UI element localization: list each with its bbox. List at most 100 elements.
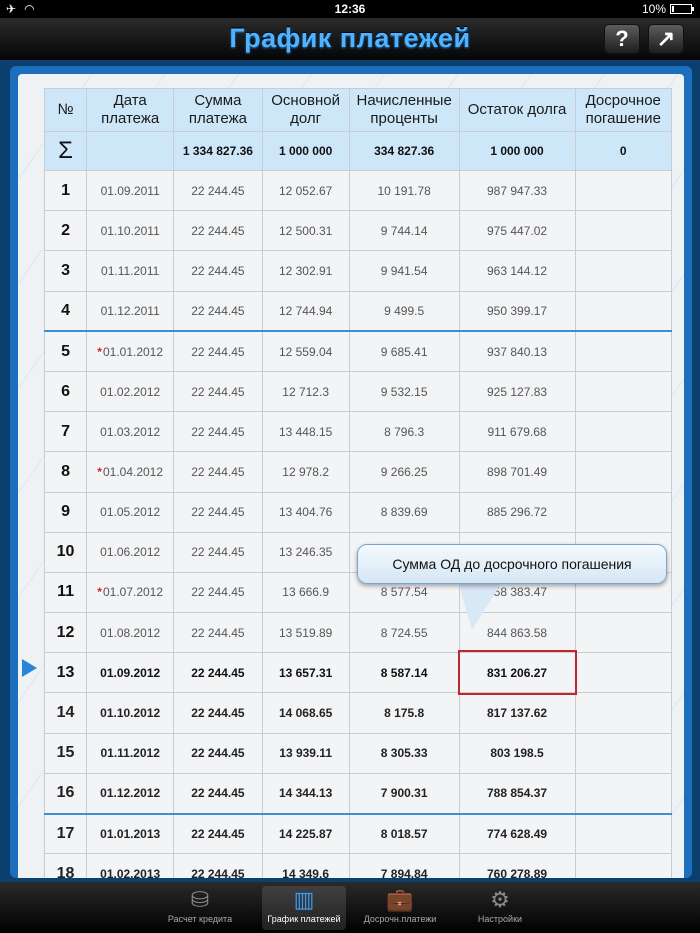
payment-amount-text: 22 244.45 bbox=[191, 424, 245, 439]
column-header-balance: Остаток долга bbox=[458, 88, 576, 132]
table-row[interactable]: 3 01.11.2011 22 244.45 12 302.91 9 941.54 963… bbox=[43, 250, 672, 292]
payment-amount-text: 22 244.45 bbox=[191, 545, 245, 560]
payment-amount-text: 22 244.45 bbox=[191, 303, 245, 318]
remaining-balance: 963 144.12 bbox=[458, 250, 576, 292]
payment-amount-text: 22 244.45 bbox=[191, 223, 245, 238]
table-row[interactable]: 1 01.09.2011 22 244.45 12 052.67 10 191.78 98… bbox=[43, 169, 672, 212]
interest-amount: 9 266.25 bbox=[348, 451, 460, 493]
interest-amount: 9 744.14 bbox=[348, 210, 460, 252]
row-number-text: 6 bbox=[61, 382, 70, 400]
payment-date: 01.09.2011 bbox=[86, 169, 175, 212]
payment-amount: 22 244.45 bbox=[173, 411, 263, 453]
table-row[interactable]: 9 01.05.2012 22 244.45 13 404.76 8 839.69 885… bbox=[43, 491, 672, 533]
schedule-panel[interactable]: № Дата платежа Сумма платежа Основной до… bbox=[18, 74, 684, 878]
row-number: 3 bbox=[43, 250, 88, 292]
help-button[interactable]: ? bbox=[604, 24, 640, 54]
payment-schedule-table: № Дата платежа Сумма платежа Основной до… bbox=[43, 88, 672, 878]
row-number: 8 bbox=[43, 451, 88, 493]
table-row[interactable]: 14 01.10.2012 22 244.45 14 068.65 8 175.8 817… bbox=[43, 692, 672, 734]
summary-early-repayment: 0 bbox=[574, 131, 672, 171]
principal-amount-text: 14 344.13 bbox=[278, 786, 333, 801]
payment-date: 01.12.2011 bbox=[86, 290, 175, 332]
payment-date: *01.07.2012 bbox=[86, 571, 175, 614]
remaining-balance-text: 937 840.13 bbox=[486, 344, 548, 359]
interest-amount-text: 8 018.57 bbox=[380, 826, 428, 841]
table-row[interactable]: 15 01.11.2012 22 244.45 13 939.11 8 305.33 80… bbox=[43, 732, 672, 774]
table-row[interactable]: 4 01.12.2011 22 244.45 12 744.94 9 499.5 950 … bbox=[43, 290, 672, 332]
remaining-balance: 803 198.5 bbox=[458, 732, 576, 774]
interest-amount: 8 724.55 bbox=[348, 612, 460, 654]
principal-amount: 13 448.15 bbox=[261, 411, 350, 453]
payment-date: 01.03.2012 bbox=[86, 411, 175, 453]
row-number: 1 bbox=[43, 169, 88, 212]
interest-amount: 9 532.15 bbox=[348, 370, 460, 413]
remaining-balance: 885 296.72 bbox=[458, 491, 576, 533]
interest-amount: 8 018.57 bbox=[348, 812, 460, 855]
payment-date-text: 01.11.2011 bbox=[101, 263, 160, 278]
tab-settings[interactable]: ⚙ Настройки bbox=[458, 886, 542, 930]
interest-amount-text: 9 499.5 bbox=[384, 303, 425, 318]
table-row[interactable]: 2 01.10.2011 22 244.45 12 500.31 9 744.14 975… bbox=[43, 210, 672, 252]
row-number-text: 10 bbox=[56, 543, 75, 561]
row-number: 10 bbox=[43, 531, 88, 573]
early-repayment bbox=[574, 290, 672, 332]
interest-amount-text: 9 744.14 bbox=[380, 223, 428, 238]
principal-amount-text: 14 068.65 bbox=[278, 706, 333, 721]
remaining-balance: 925 127.83 bbox=[458, 370, 576, 413]
payment-date-text: 01.12.2012 bbox=[100, 786, 161, 801]
payment-date: *01.04.2012 bbox=[86, 451, 175, 493]
payment-amount: 22 244.45 bbox=[173, 812, 263, 855]
payment-date: 01.09.2012 bbox=[86, 652, 175, 694]
row-number-text: 5 bbox=[61, 342, 70, 360]
payment-amount-text: 22 244.45 bbox=[191, 585, 245, 600]
share-button[interactable]: ↗ bbox=[648, 24, 684, 54]
principal-amount-text: 13 666.9 bbox=[282, 585, 329, 600]
principal-amount: 12 744.94 bbox=[261, 290, 350, 332]
principal-amount: 12 978.2 bbox=[261, 451, 350, 493]
table-row[interactable]: 5 *01.01.2012 22 244.45 12 559.04 9 685.41 93… bbox=[43, 330, 672, 372]
payment-amount-text: 22 244.45 bbox=[191, 866, 245, 878]
share-icon: ↗ bbox=[656, 26, 676, 51]
column-header-payment: Сумма платежа bbox=[173, 88, 263, 132]
principal-amount: 13 657.31 bbox=[261, 652, 350, 694]
payment-date: 01.10.2012 bbox=[86, 692, 175, 734]
row-number: 11 bbox=[43, 571, 88, 614]
interest-amount-text: 10 191.78 bbox=[377, 183, 431, 198]
tab-early-payments[interactable]: 💼 Досрочн.платежи bbox=[358, 886, 442, 930]
early-repayment bbox=[574, 612, 672, 654]
app-screen: ✈ ◠ 12:36 10% График платежей ? ↗ № Дата… bbox=[0, 0, 700, 933]
row-number-text: 3 bbox=[61, 261, 70, 279]
row-number: 14 bbox=[43, 692, 88, 734]
payment-date-text: 01.02.2012 bbox=[100, 384, 161, 399]
table-row[interactable]: 6 01.02.2012 22 244.45 12 712.3 9 532.15 925 … bbox=[43, 370, 672, 413]
early-repayment bbox=[574, 370, 672, 413]
table-row[interactable]: 18 01.02.2013 22 244.45 14 349.6 7 894.84 760… bbox=[43, 853, 672, 878]
table-row[interactable]: 17 01.01.2013 22 244.45 14 225.87 8 018.57 77… bbox=[43, 812, 672, 855]
row-number: 2 bbox=[43, 210, 88, 252]
sum-icon: Σ bbox=[43, 131, 88, 171]
payment-amount: 22 244.45 bbox=[173, 612, 263, 654]
payment-amount: 22 244.45 bbox=[173, 692, 263, 734]
row-number: 16 bbox=[43, 772, 88, 815]
column-header-early-repayment: Досрочное погашение bbox=[574, 88, 672, 132]
remaining-balance-text: 963 144.12 bbox=[486, 263, 548, 278]
tab-loan-calculation[interactable]: ⛁ Расчет кредита bbox=[158, 886, 242, 930]
table-row[interactable]: 7 01.03.2012 22 244.45 13 448.15 8 796.3 911 … bbox=[43, 411, 672, 453]
tab-payment-schedule[interactable]: ▥ График платежей bbox=[262, 886, 346, 930]
remaining-balance: 788 854.37 bbox=[458, 772, 576, 815]
table-row[interactable]: 12 01.08.2012 22 244.45 13 519.89 8 724.55 84… bbox=[43, 612, 672, 654]
table-header-row: № Дата платежа Сумма платежа Основной до… bbox=[43, 88, 672, 132]
payment-amount-text: 22 244.45 bbox=[191, 786, 245, 801]
table-row[interactable]: 13 01.09.2012 22 244.45 13 657.31 8 587.14 83… bbox=[43, 650, 672, 696]
payment-date: 01.02.2013 bbox=[86, 853, 175, 878]
interest-amount: 8 305.33 bbox=[348, 732, 460, 774]
payment-amount-text: 22 244.45 bbox=[191, 706, 245, 721]
principal-amount: 13 246.35 bbox=[261, 531, 350, 573]
table-row[interactable]: 16 01.12.2012 22 244.45 14 344.13 7 900.31 78… bbox=[43, 772, 672, 815]
early-payment-marker: * bbox=[97, 344, 102, 359]
payment-date-text: 01.06.2012 bbox=[100, 545, 161, 560]
payment-amount: 22 244.45 bbox=[173, 491, 263, 533]
summary-payment: 1 334 827.36 bbox=[173, 131, 263, 171]
payment-date-text: 01.05.2012 bbox=[100, 505, 161, 520]
table-row[interactable]: 8 *01.04.2012 22 244.45 12 978.2 9 266.25 898… bbox=[43, 451, 672, 493]
